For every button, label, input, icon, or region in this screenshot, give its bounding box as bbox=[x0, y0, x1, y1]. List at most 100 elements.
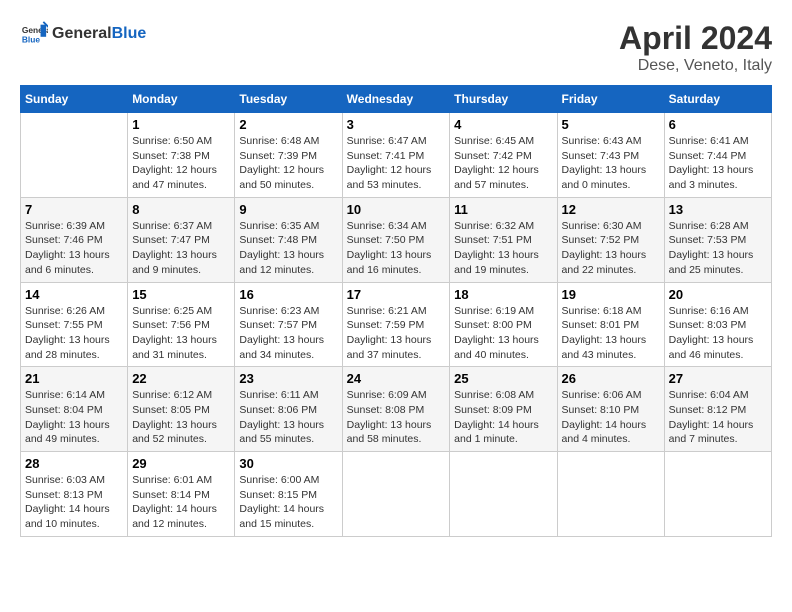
day-number: 29 bbox=[132, 456, 230, 471]
calendar-cell: 29 Sunrise: 6:01 AMSunset: 8:14 PMDayligh… bbox=[128, 452, 235, 537]
weekday-header-row: SundayMondayTuesdayWednesdayThursdayFrid… bbox=[21, 86, 772, 113]
day-info: Sunrise: 6:30 AMSunset: 7:52 PMDaylight:… bbox=[562, 219, 660, 278]
calendar-cell: 28 Sunrise: 6:03 AMSunset: 8:13 PMDayligh… bbox=[21, 452, 128, 537]
calendar-cell: 1 Sunrise: 6:50 AMSunset: 7:38 PMDaylight… bbox=[128, 113, 235, 198]
day-number: 1 bbox=[132, 117, 230, 132]
calendar-cell: 25 Sunrise: 6:08 AMSunset: 8:09 PMDayligh… bbox=[450, 367, 557, 452]
calendar-cell: 22Sunrise: 6:12 AMSunset: 8:05 PMDayligh… bbox=[128, 367, 235, 452]
day-info: Sunrise: 6:23 AMSunset: 7:57 PMDaylight:… bbox=[239, 304, 337, 363]
logo-icon: General Blue bbox=[20, 20, 48, 48]
day-info: Sunrise: 6:16 AMSunset: 8:03 PMDaylight:… bbox=[669, 304, 767, 363]
calendar-cell: 2Sunrise: 6:48 AMSunset: 7:39 PMDaylight… bbox=[235, 113, 342, 198]
day-number: 10 bbox=[347, 202, 446, 217]
day-number: 13 bbox=[669, 202, 767, 217]
title-area: April 2024 Dese, Veneto, Italy bbox=[619, 20, 772, 75]
day-info: Sunrise: 6:34 AMSunset: 7:50 PMDaylight:… bbox=[347, 219, 446, 278]
day-info: Sunrise: 6:09 AMSunset: 8:08 PMDaylight:… bbox=[347, 388, 446, 447]
day-info: Sunrise: 6:26 AMSunset: 7:55 PMDaylight:… bbox=[25, 304, 123, 363]
day-info: Sunrise: 6:19 AMSunset: 8:00 PMDaylight:… bbox=[454, 304, 552, 363]
svg-text:Blue: Blue bbox=[22, 34, 40, 44]
weekday-saturday: Saturday bbox=[664, 86, 771, 113]
calendar-cell: 19 Sunrise: 6:18 AMSunset: 8:01 PMDayligh… bbox=[557, 282, 664, 367]
calendar-cell: 11 Sunrise: 6:32 AMSunset: 7:51 PMDayligh… bbox=[450, 197, 557, 282]
calendar-cell: 8 Sunrise: 6:37 AMSunset: 7:47 PMDaylight… bbox=[128, 197, 235, 282]
day-number: 19 bbox=[562, 287, 660, 302]
day-info: Sunrise: 6:14 AMSunset: 8:04 PMDaylight:… bbox=[25, 388, 123, 447]
calendar-cell: 26Sunrise: 6:06 AMSunset: 8:10 PMDayligh… bbox=[557, 367, 664, 452]
day-info: Sunrise: 6:25 AMSunset: 7:56 PMDaylight:… bbox=[132, 304, 230, 363]
calendar-cell: 23 Sunrise: 6:11 AMSunset: 8:06 PMDayligh… bbox=[235, 367, 342, 452]
calendar-cell: 13Sunrise: 6:28 AMSunset: 7:53 PMDayligh… bbox=[664, 197, 771, 282]
calendar-cell: 21 Sunrise: 6:14 AMSunset: 8:04 PMDayligh… bbox=[21, 367, 128, 452]
day-number: 11 bbox=[454, 202, 552, 217]
day-number: 20 bbox=[669, 287, 767, 302]
day-number: 27 bbox=[669, 371, 767, 386]
day-number: 3 bbox=[347, 117, 446, 132]
day-info: Sunrise: 6:43 AMSunset: 7:43 PMDaylight:… bbox=[562, 134, 660, 193]
header: General Blue GeneralBlue April 2024 Dese… bbox=[20, 20, 772, 75]
calendar-cell: 12 Sunrise: 6:30 AMSunset: 7:52 PMDayligh… bbox=[557, 197, 664, 282]
day-info: Sunrise: 6:03 AMSunset: 8:13 PMDaylight:… bbox=[25, 473, 123, 532]
calendar-week-4: 21 Sunrise: 6:14 AMSunset: 8:04 PMDayligh… bbox=[21, 367, 772, 452]
day-number: 14 bbox=[25, 287, 123, 302]
day-number: 15 bbox=[132, 287, 230, 302]
weekday-thursday: Thursday bbox=[450, 86, 557, 113]
calendar-week-1: 1 Sunrise: 6:50 AMSunset: 7:38 PMDaylight… bbox=[21, 113, 772, 198]
calendar-cell: 4 Sunrise: 6:45 AMSunset: 7:42 PMDaylight… bbox=[450, 113, 557, 198]
day-number: 12 bbox=[562, 202, 660, 217]
weekday-wednesday: Wednesday bbox=[342, 86, 450, 113]
calendar-cell: 18Sunrise: 6:19 AMSunset: 8:00 PMDayligh… bbox=[450, 282, 557, 367]
weekday-sunday: Sunday bbox=[21, 86, 128, 113]
day-number: 21 bbox=[25, 371, 123, 386]
calendar-table: SundayMondayTuesdayWednesdayThursdayFrid… bbox=[20, 85, 772, 537]
day-info: Sunrise: 6:48 AMSunset: 7:39 PMDaylight:… bbox=[239, 134, 337, 193]
day-info: Sunrise: 6:11 AMSunset: 8:06 PMDaylight:… bbox=[239, 388, 337, 447]
day-number: 4 bbox=[454, 117, 552, 132]
day-number: 30 bbox=[239, 456, 337, 471]
calendar-cell: 6 Sunrise: 6:41 AMSunset: 7:44 PMDaylight… bbox=[664, 113, 771, 198]
calendar-cell: 17 Sunrise: 6:21 AMSunset: 7:59 PMDayligh… bbox=[342, 282, 450, 367]
day-number: 23 bbox=[239, 371, 337, 386]
day-number: 26 bbox=[562, 371, 660, 386]
calendar-cell: 30 Sunrise: 6:00 AMSunset: 8:15 PMDayligh… bbox=[235, 452, 342, 537]
day-number: 17 bbox=[347, 287, 446, 302]
logo-general-text: General bbox=[52, 25, 112, 42]
day-number: 9 bbox=[239, 202, 337, 217]
logo-blue-text: Blue bbox=[112, 25, 147, 42]
day-info: Sunrise: 6:45 AMSunset: 7:42 PMDaylight:… bbox=[454, 134, 552, 193]
day-number: 5 bbox=[562, 117, 660, 132]
weekday-friday: Friday bbox=[557, 86, 664, 113]
day-info: Sunrise: 6:12 AMSunset: 8:05 PMDaylight:… bbox=[132, 388, 230, 447]
day-info: Sunrise: 6:47 AMSunset: 7:41 PMDaylight:… bbox=[347, 134, 446, 193]
day-info: Sunrise: 6:00 AMSunset: 8:15 PMDaylight:… bbox=[239, 473, 337, 532]
calendar-body: 1 Sunrise: 6:50 AMSunset: 7:38 PMDaylight… bbox=[21, 113, 772, 537]
calendar-cell: 24Sunrise: 6:09 AMSunset: 8:08 PMDayligh… bbox=[342, 367, 450, 452]
day-number: 8 bbox=[132, 202, 230, 217]
day-number: 7 bbox=[25, 202, 123, 217]
day-info: Sunrise: 6:32 AMSunset: 7:51 PMDaylight:… bbox=[454, 219, 552, 278]
calendar-cell bbox=[450, 452, 557, 537]
calendar-cell: 14 Sunrise: 6:26 AMSunset: 7:55 PMDayligh… bbox=[21, 282, 128, 367]
calendar-week-5: 28 Sunrise: 6:03 AMSunset: 8:13 PMDayligh… bbox=[21, 452, 772, 537]
day-info: Sunrise: 6:35 AMSunset: 7:48 PMDaylight:… bbox=[239, 219, 337, 278]
day-info: Sunrise: 6:41 AMSunset: 7:44 PMDaylight:… bbox=[669, 134, 767, 193]
day-info: Sunrise: 6:04 AMSunset: 8:12 PMDaylight:… bbox=[669, 388, 767, 447]
weekday-monday: Monday bbox=[128, 86, 235, 113]
calendar-cell: 3 Sunrise: 6:47 AMSunset: 7:41 PMDaylight… bbox=[342, 113, 450, 198]
calendar-cell: 15 Sunrise: 6:25 AMSunset: 7:56 PMDayligh… bbox=[128, 282, 235, 367]
day-info: Sunrise: 6:37 AMSunset: 7:47 PMDaylight:… bbox=[132, 219, 230, 278]
day-info: Sunrise: 6:08 AMSunset: 8:09 PMDaylight:… bbox=[454, 388, 552, 447]
day-info: Sunrise: 6:50 AMSunset: 7:38 PMDaylight:… bbox=[132, 134, 230, 193]
day-info: Sunrise: 6:21 AMSunset: 7:59 PMDaylight:… bbox=[347, 304, 446, 363]
day-info: Sunrise: 6:18 AMSunset: 8:01 PMDaylight:… bbox=[562, 304, 660, 363]
day-number: 6 bbox=[669, 117, 767, 132]
day-number: 25 bbox=[454, 371, 552, 386]
day-number: 28 bbox=[25, 456, 123, 471]
calendar-cell: 16Sunrise: 6:23 AMSunset: 7:57 PMDayligh… bbox=[235, 282, 342, 367]
logo: General Blue GeneralBlue bbox=[20, 20, 146, 48]
day-info: Sunrise: 6:01 AMSunset: 8:14 PMDaylight:… bbox=[132, 473, 230, 532]
sub-title: Dese, Veneto, Italy bbox=[619, 57, 772, 75]
calendar-week-2: 7Sunrise: 6:39 AMSunset: 7:46 PMDaylight… bbox=[21, 197, 772, 282]
calendar-cell bbox=[342, 452, 450, 537]
calendar-cell: 10 Sunrise: 6:34 AMSunset: 7:50 PMDayligh… bbox=[342, 197, 450, 282]
